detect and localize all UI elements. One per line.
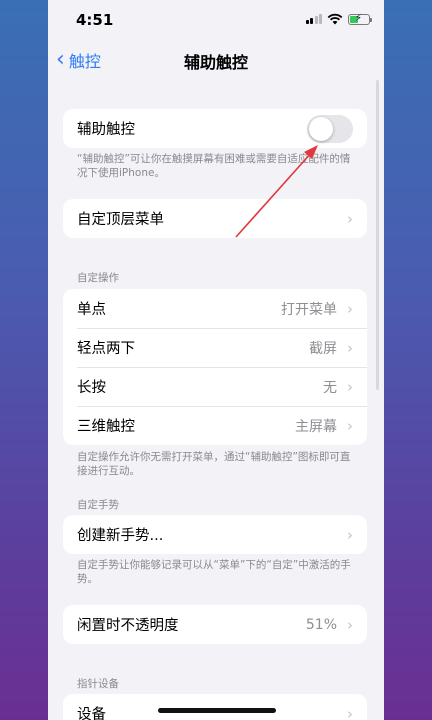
customize-top-menu-row[interactable]: 自定顶层菜单 ›	[63, 199, 367, 238]
status-time: 4:51	[76, 11, 114, 29]
chevron-right-icon: ›	[347, 704, 353, 720]
custom-actions-footnote: 自定操作允许你无需打开菜单，通过“辅助触控”图标即可直接进行互动。	[77, 451, 351, 477]
action-value: 截屏	[309, 340, 337, 357]
page-title: 辅助触控	[183, 53, 248, 72]
devices-row[interactable]: 设备 ›	[63, 694, 367, 720]
assistive-touch-footnote: “辅助触控”可让你在触摸屏幕有困难或需要自适应配件的情况下使用iPhone。	[77, 153, 351, 179]
idle-opacity-group: 闲置时不透明度 51% ›	[63, 605, 367, 644]
custom-gestures-header: 自定手势	[77, 499, 119, 511]
action-value: 主屏幕	[295, 418, 337, 435]
action-value: 打开菜单	[281, 301, 337, 318]
cellular-signal-icon	[305, 14, 322, 24]
action-row-single-tap[interactable]: 单点 打开菜单 ›	[63, 289, 367, 328]
idle-opacity-row[interactable]: 闲置时不透明度 51% ›	[63, 605, 367, 644]
assistive-touch-row: 辅助触控	[63, 109, 367, 148]
idle-opacity-value: 51%	[305, 616, 337, 633]
pointer-devices-header: 指针设备	[77, 678, 119, 690]
action-row-3d-touch[interactable]: 三维触控 主屏幕 ›	[63, 406, 367, 445]
chevron-right-icon: ›	[347, 377, 353, 396]
status-icons: ⚡	[305, 13, 372, 25]
chevron-right-icon: ›	[347, 525, 353, 544]
top-menu-group: 自定顶层菜单 ›	[63, 199, 367, 238]
navigation-bar: ‹ 触控 辅助触控	[48, 40, 384, 78]
chevron-right-icon: ›	[347, 338, 353, 357]
action-label: 单点	[77, 302, 106, 318]
custom-actions-group: 单点 打开菜单 › 轻点两下 截屏 › 长按 无 › 三维触控 主屏幕 ›	[63, 289, 367, 445]
custom-actions-header: 自定操作	[77, 272, 119, 284]
status-bar: 4:51 ⚡	[48, 0, 384, 40]
phone-screen: 4:51 ⚡ ‹ 触控 辅助触控 辅助触控 “辅助触控”可让你在触摸屏幕有困难或…	[48, 0, 384, 720]
custom-gestures-footnote: 自定手势让你能够记录可以从“菜单”下的“自定”中激活的手势。	[77, 559, 351, 585]
wifi-icon	[327, 13, 343, 25]
chevron-right-icon: ›	[347, 299, 353, 318]
action-row-double-tap[interactable]: 轻点两下 截屏 ›	[63, 328, 367, 367]
customize-top-menu-label: 自定顶层菜单	[77, 212, 164, 228]
create-new-gesture-row[interactable]: 创建新手势... ›	[63, 515, 367, 554]
create-new-gesture-label: 创建新手势...	[77, 528, 164, 544]
custom-gestures-group: 创建新手势... ›	[63, 515, 367, 554]
chevron-right-icon: ›	[347, 615, 353, 634]
assistive-touch-label: 辅助触控	[77, 122, 135, 138]
action-value: 无	[323, 379, 337, 396]
scrollbar[interactable]	[376, 80, 379, 390]
battery-charging-icon: ⚡	[348, 13, 372, 25]
assistive-touch-toggle[interactable]	[307, 114, 353, 143]
action-label: 长按	[77, 380, 106, 396]
action-label: 轻点两下	[77, 341, 135, 357]
action-row-long-press[interactable]: 长按 无 ›	[63, 367, 367, 406]
action-label: 三维触控	[77, 419, 135, 435]
assistive-touch-group: 辅助触控	[63, 109, 367, 148]
pointer-devices-group: 设备 ›	[63, 694, 367, 720]
home-indicator[interactable]	[158, 708, 276, 713]
chevron-right-icon: ›	[347, 209, 353, 228]
toggle-knob	[309, 116, 333, 141]
idle-opacity-label: 闲置时不透明度	[77, 618, 179, 634]
chevron-right-icon: ›	[347, 416, 353, 435]
